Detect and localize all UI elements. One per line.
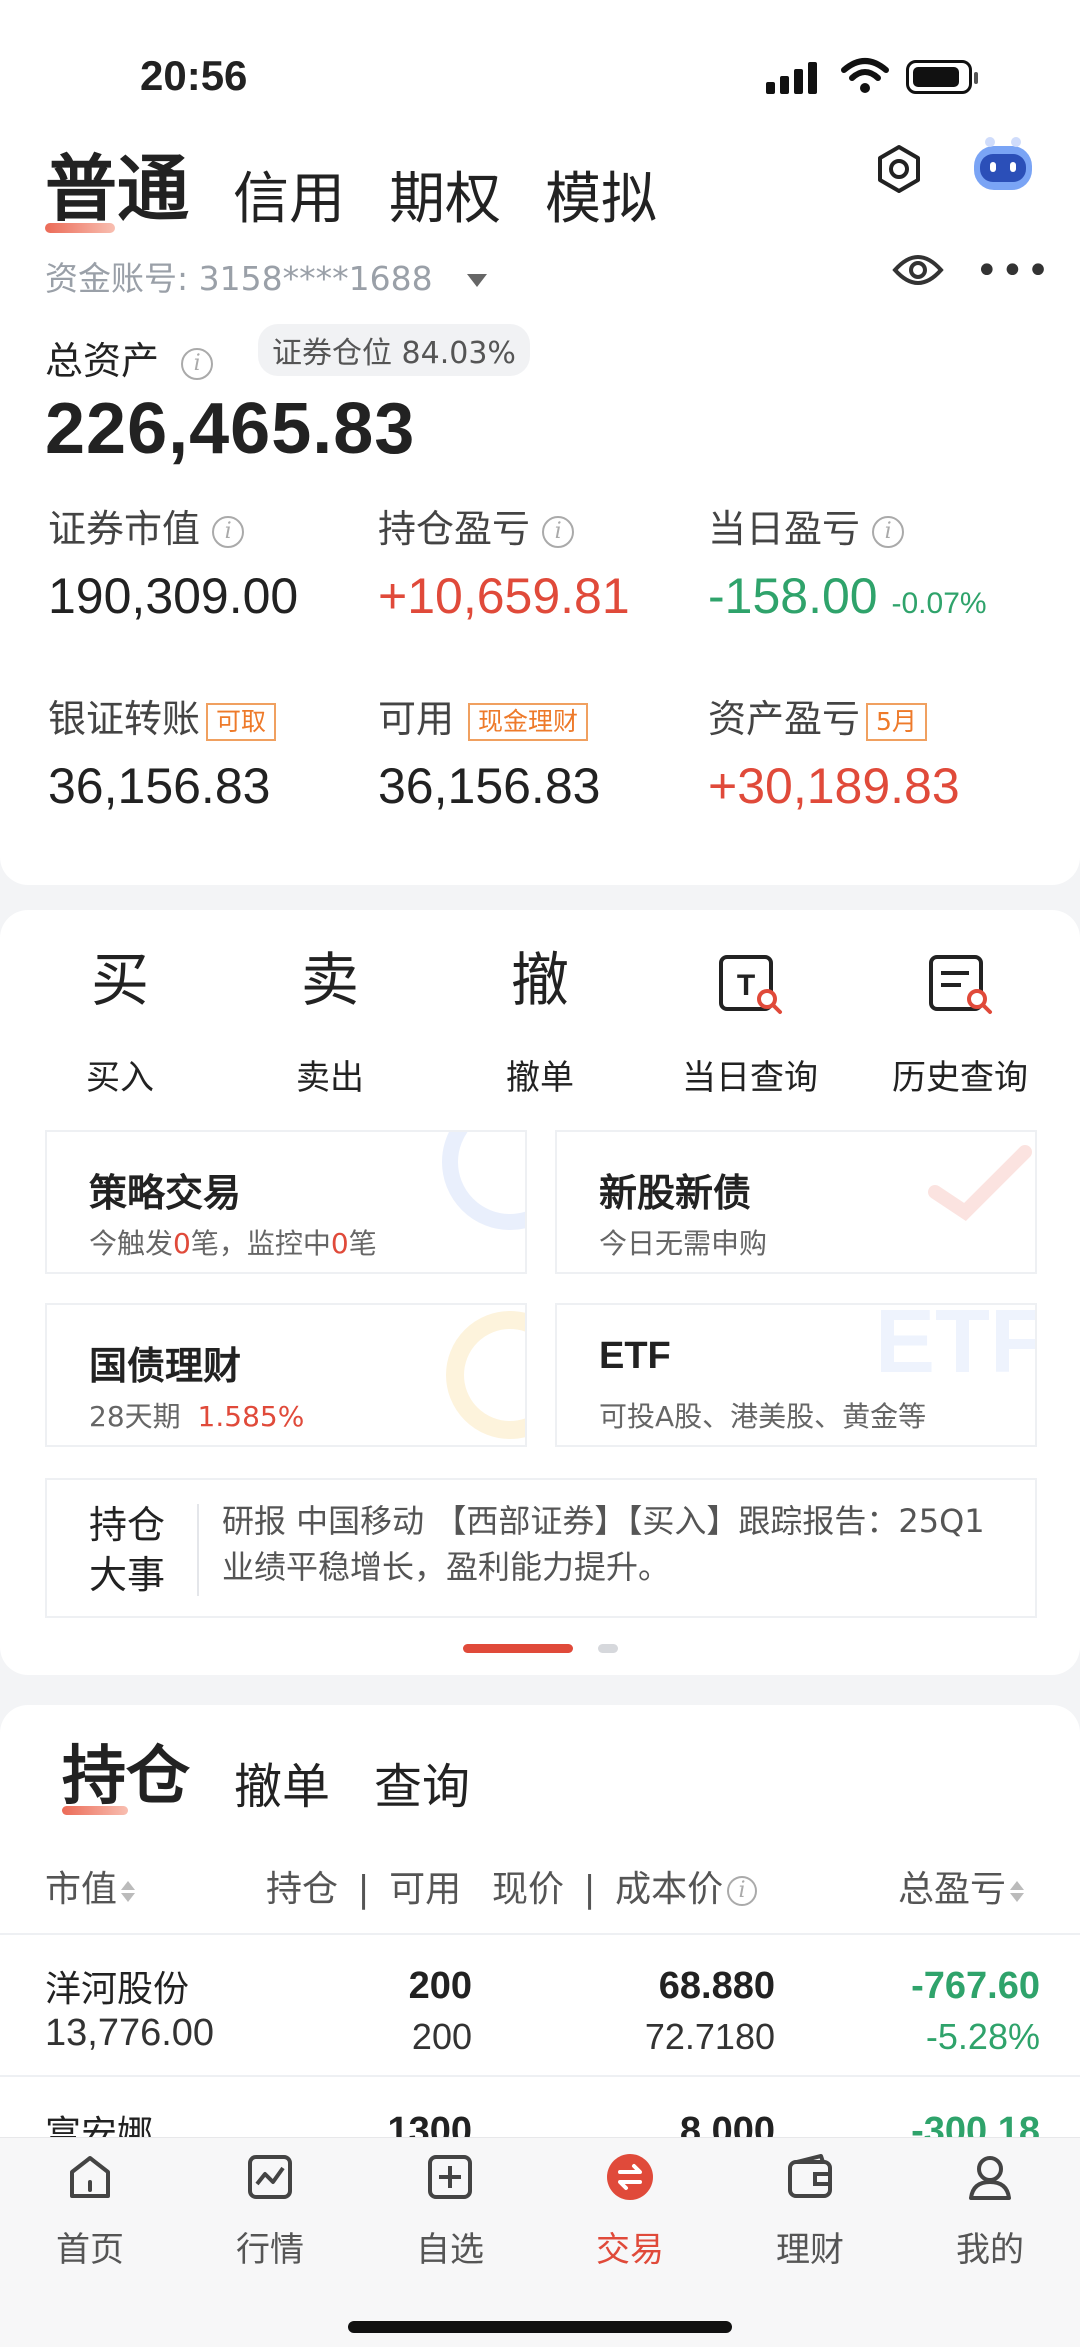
history-query-icon	[929, 954, 992, 1014]
settings-gear-icon[interactable]	[872, 142, 926, 196]
metric-daily-pnl-amount: -158.00	[708, 568, 878, 624]
cellular-signal-icon	[766, 60, 818, 94]
stock-pnl-pct: -5.28%	[925, 2016, 1040, 2057]
wifi-icon	[841, 58, 889, 93]
info-icon[interactable]: i	[212, 515, 245, 548]
account-number: 3158****1688	[198, 259, 433, 298]
assistant-robot-icon[interactable]	[968, 136, 1038, 198]
more-icon[interactable]: •••	[975, 251, 1052, 291]
price-cost-header: 现价 | 成本价 i	[492, 1860, 758, 1912]
metric-daily-pnl: 当日盈亏 i -158.00 -0.07%	[708, 507, 987, 624]
account-type-tabs: 普通 信用 期权 模拟	[45, 130, 701, 235]
hold-available-header: 持仓 | 可用	[266, 1869, 462, 1910]
stock-price: 68.880	[658, 1965, 775, 2007]
cancel-order-icon: 撤	[510, 946, 569, 1014]
stock-name: 洋河股份	[45, 1969, 190, 2010]
holding-news-text: 研报 中国移动 【西部证券】【买入】跟踪报告：25Q1业绩平稳增长，盈利能力提升…	[222, 1502, 985, 1586]
cash-management-tag[interactable]: 现金理财	[468, 702, 589, 741]
user-icon	[969, 2156, 1011, 2200]
sort-market-value[interactable]: 市值	[45, 1860, 136, 1912]
tab-query[interactable]: 查询	[374, 1747, 470, 1817]
history-query-button[interactable]: 历史查询	[852, 940, 1068, 1099]
cancel-order-button[interactable]: 撤 撤单	[432, 940, 648, 1099]
nav-market[interactable]: 行情	[180, 2152, 360, 2271]
buy-icon: 买	[90, 946, 149, 1014]
metric-asset-pnl[interactable]: 资产盈亏 5月 +30,189.83	[708, 688, 960, 815]
tab-holdings[interactable]: 持仓	[62, 1725, 190, 1817]
position-ratio-badge: 证券仓位 84.03%	[258, 324, 530, 376]
bottom-navigation: 首页 行情 自选 交易 理财 我的	[0, 2137, 1080, 2347]
strategy-decor-icon	[442, 1132, 525, 1230]
buy-button[interactable]: 买 买入	[12, 940, 228, 1099]
trade-functions-card: 买 买入 卖 卖出 撤 撤单 T 当日查询 历史查询 策略交易 今触发0笔，监控…	[0, 910, 1080, 1675]
tab-simulation[interactable]: 模拟	[545, 154, 657, 235]
account-card: 普通 信用 期权 模拟 资金账号: 3158****1688 ••• 总资产 i…	[0, 130, 1080, 885]
treasury-bond-tile[interactable]: 国债理财 28天期 1.585%	[45, 1303, 527, 1447]
nav-home[interactable]: 首页	[0, 2152, 180, 2271]
stock-cost: 72.7180	[644, 2016, 775, 2057]
nav-wealth[interactable]: 理财	[720, 2152, 900, 2271]
home-icon	[70, 2156, 110, 2198]
battery-icon	[906, 60, 978, 94]
strategy-trading-tile[interactable]: 策略交易 今触发0笔，监控中0笔	[45, 1130, 527, 1274]
sort-total-pnl[interactable]: 总盈亏	[898, 1860, 1025, 1912]
status-bar: 20:56	[0, 0, 1080, 130]
holding-news-banner[interactable]: 持仓大事 研报 中国移动 【西部证券】【买入】跟踪报告：25Q1业绩平稳增长，盈…	[45, 1478, 1037, 1618]
stock-pnl: -767.60	[911, 1965, 1040, 2007]
new-ipo-tile[interactable]: 新股新债 今日无需申购	[555, 1130, 1037, 1274]
total-assets-value: 226,465.83	[45, 389, 416, 469]
tab-credit[interactable]: 信用	[233, 154, 345, 235]
metric-available[interactable]: 可用 现金理财 36,156.83	[378, 688, 600, 815]
trend-decor-icon	[928, 1145, 1032, 1222]
status-time: 20:56	[140, 52, 248, 99]
sell-button[interactable]: 卖 卖出	[222, 940, 438, 1099]
trade-icon	[607, 2154, 653, 2200]
metric-asset-pnl-amount: +30,189.83	[708, 758, 960, 814]
stock-market-value: 13,776.00	[45, 2012, 215, 2054]
nav-profile[interactable]: 我的	[900, 2152, 1080, 2271]
nav-watchlist[interactable]: 自选	[360, 2152, 540, 2271]
eye-icon[interactable]	[892, 250, 944, 290]
nav-trade[interactable]: 交易	[540, 2152, 720, 2271]
metric-daily-pnl-pct: -0.07%	[891, 587, 987, 620]
etf-watermark: ETF	[875, 1303, 1037, 1392]
info-icon[interactable]: i	[181, 347, 214, 380]
info-icon[interactable]: i	[727, 1876, 758, 1906]
metric-market-value: 证券市值 i 190,309.00	[48, 507, 299, 624]
month-tag: 5月	[866, 702, 927, 741]
metric-holding-pnl: 持仓盈亏 i +10,659.81	[378, 507, 630, 624]
info-icon[interactable]: i	[872, 515, 905, 548]
holdings-tabs: 持仓 撤单 查询	[62, 1725, 514, 1817]
account-label: 资金账号:	[45, 259, 189, 298]
tab-options[interactable]: 期权	[389, 154, 501, 235]
metric-bank-transfer[interactable]: 银证转账 可取 36,156.83	[48, 688, 277, 815]
bond-decor-icon	[446, 1311, 525, 1439]
total-assets-label: 总资产 i	[45, 330, 214, 385]
metric-holding-pnl-amount: +10,659.81	[378, 568, 630, 624]
chart-icon	[248, 2155, 292, 2199]
metric-market-value-amount: 190,309.00	[48, 568, 299, 624]
stock-available: 200	[411, 2016, 472, 2057]
withdrawable-tag: 可取	[206, 702, 277, 741]
sort-icon	[121, 1880, 136, 1902]
today-query-icon: T	[719, 954, 782, 1014]
metric-bank-transfer-amount: 36,156.83	[48, 758, 271, 814]
add-icon	[428, 2155, 472, 2199]
today-query-button[interactable]: T 当日查询	[642, 940, 858, 1099]
account-selector[interactable]: 资金账号: 3158****1688	[45, 252, 488, 300]
stock-hold: 200	[408, 1965, 472, 2007]
sell-icon: 卖	[300, 946, 359, 1014]
tab-normal[interactable]: 普通	[45, 130, 189, 235]
etf-tile[interactable]: ETF ETF 可投A股、港美股、黄金等	[555, 1303, 1037, 1447]
sort-icon	[1010, 1880, 1025, 1902]
home-indicator	[348, 2321, 732, 2333]
tab-orders[interactable]: 撤单	[234, 1747, 330, 1817]
wallet-icon	[788, 2154, 832, 2198]
info-icon[interactable]: i	[542, 515, 575, 548]
holding-news-heading: 持仓大事	[89, 1503, 166, 1597]
chevron-down-icon	[467, 274, 488, 287]
metric-available-amount: 36,156.83	[378, 758, 601, 814]
svg-text:T: T	[737, 969, 755, 1002]
